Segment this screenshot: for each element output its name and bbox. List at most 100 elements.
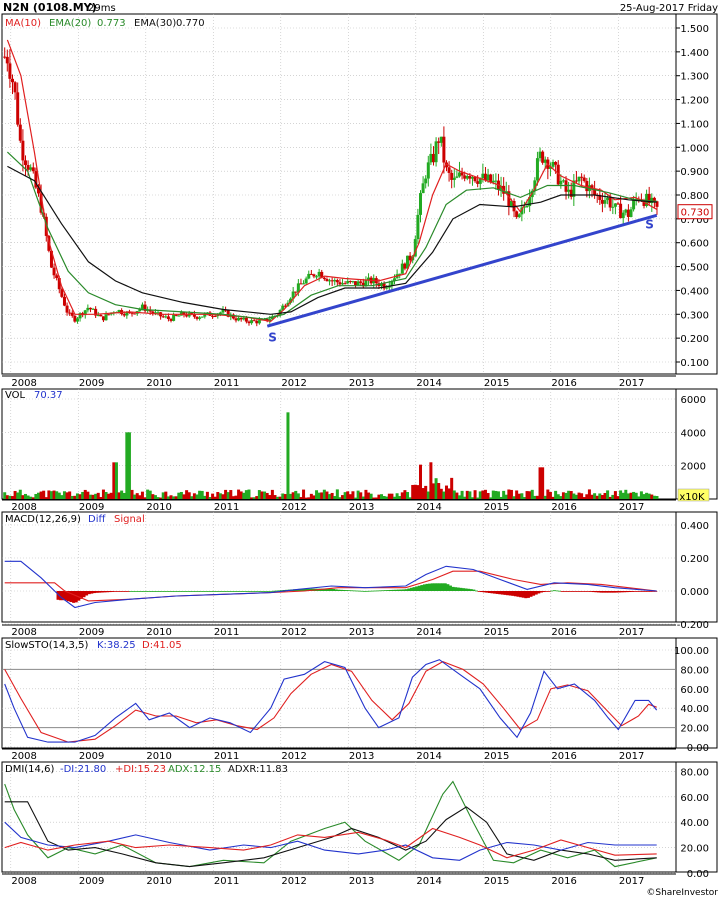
macd-histogram-bar xyxy=(615,591,619,593)
candle-down xyxy=(608,197,612,208)
year-tick-label: 2013 xyxy=(349,876,374,887)
macd-histogram-bar xyxy=(591,591,595,593)
volume-bar xyxy=(356,490,360,499)
macd-histogram-bar xyxy=(373,590,377,592)
volume-bar xyxy=(481,490,485,499)
macd-histogram-bar xyxy=(643,591,647,592)
volume-bar xyxy=(398,496,402,499)
macd-histogram-bar xyxy=(430,583,434,591)
candle-down xyxy=(600,199,604,204)
volume-bar xyxy=(582,497,586,499)
volume-bar xyxy=(395,493,399,499)
candle-up xyxy=(29,167,33,170)
macd-histogram-bar xyxy=(506,591,510,596)
candle-down xyxy=(244,317,248,322)
volume-bar xyxy=(621,492,625,499)
macd-histogram-bar xyxy=(628,591,632,593)
macd-histogram-bar xyxy=(251,591,255,592)
candle-up xyxy=(356,281,360,286)
macd-histogram-bar xyxy=(230,591,234,592)
volume-bar xyxy=(177,492,181,499)
volume-bar xyxy=(120,490,124,499)
year-tick-label: 2017 xyxy=(619,627,644,638)
macd-histogram-bar xyxy=(108,591,112,593)
volume-bar xyxy=(185,490,189,499)
macd-histogram-bar xyxy=(472,589,476,591)
candle-down xyxy=(88,307,92,310)
volume-bar xyxy=(294,490,298,499)
volume-bar xyxy=(533,495,537,499)
year-tick-label: 2012 xyxy=(281,627,306,638)
macd-histogram-bar xyxy=(555,590,559,592)
macd-histogram-bar xyxy=(155,591,159,592)
volume-bar xyxy=(164,491,168,499)
macd-histogram-bar xyxy=(552,590,556,592)
macd-histogram-bar xyxy=(441,583,445,591)
volume-bar xyxy=(208,496,212,499)
macd-histogram-bar xyxy=(160,591,164,592)
macd-histogram-bar xyxy=(396,589,400,591)
candle-up xyxy=(559,180,563,185)
macd-histogram-bar xyxy=(352,590,356,592)
volume-bar xyxy=(213,496,217,499)
candle-up xyxy=(424,178,428,184)
macd-histogram-bar xyxy=(422,584,426,591)
candle-down xyxy=(26,165,30,170)
volume-bar xyxy=(44,497,48,499)
volume-bar xyxy=(70,495,74,499)
candle-down xyxy=(247,321,251,324)
volume-bar xyxy=(499,496,503,499)
volume-bar xyxy=(143,497,147,499)
macd-histogram-bar xyxy=(181,591,185,592)
volume-bar xyxy=(47,490,51,499)
macd-histogram-bar xyxy=(563,591,567,592)
candle-down xyxy=(619,203,623,219)
candle-up xyxy=(613,203,617,207)
year-tick-label: 2009 xyxy=(79,627,104,638)
volume-bar xyxy=(354,497,358,499)
macd-histogram-bar xyxy=(339,589,343,591)
symbol-title: N2N (0108.MY) xyxy=(3,1,97,14)
year-tick-label: 2015 xyxy=(484,876,509,887)
volume-bar xyxy=(346,491,350,499)
volume-bar xyxy=(309,493,313,499)
candle-up xyxy=(567,189,571,192)
year-tick-label: 2015 xyxy=(484,502,509,513)
macd-diff-label: Diff xyxy=(88,514,106,525)
volume-bar xyxy=(426,491,430,499)
dmi-plus-di: +DI:15.23 xyxy=(115,764,166,775)
macd-histogram-bar xyxy=(550,590,554,592)
volume-bar xyxy=(431,483,435,499)
volume-bar xyxy=(39,491,43,499)
candle-up xyxy=(465,176,469,179)
macd-histogram-bar xyxy=(594,591,598,593)
volume-bar xyxy=(68,491,72,499)
candle-down xyxy=(65,305,69,313)
volume-bar xyxy=(520,493,524,499)
macd-histogram-bar xyxy=(337,589,341,591)
candle-up xyxy=(400,263,404,274)
volume-bar xyxy=(408,497,412,499)
macd-histogram-bar xyxy=(539,591,543,593)
macd-histogram-bar xyxy=(482,591,486,593)
macd-histogram-bar xyxy=(526,591,530,598)
volume-bar xyxy=(606,490,610,499)
volume-bar xyxy=(483,489,487,499)
volume-bar xyxy=(317,492,321,499)
volume-bar xyxy=(255,496,259,499)
candle-down xyxy=(101,316,105,321)
volume-bar xyxy=(133,494,137,499)
macd-histogram-bar xyxy=(573,591,577,592)
candle-down xyxy=(437,141,441,143)
volume-bar xyxy=(26,495,30,499)
year-tick-label: 2017 xyxy=(619,876,644,887)
volume-bar xyxy=(263,491,267,499)
candle-up xyxy=(452,177,456,180)
macd-histogram-bar xyxy=(254,591,258,592)
macd-histogram-bar xyxy=(111,591,115,592)
volume-bar xyxy=(315,490,319,499)
macd-histogram-bar xyxy=(139,591,143,592)
candle-down xyxy=(483,173,487,181)
macd-histogram-bar xyxy=(646,591,650,592)
macd-histogram-bar xyxy=(490,591,494,594)
